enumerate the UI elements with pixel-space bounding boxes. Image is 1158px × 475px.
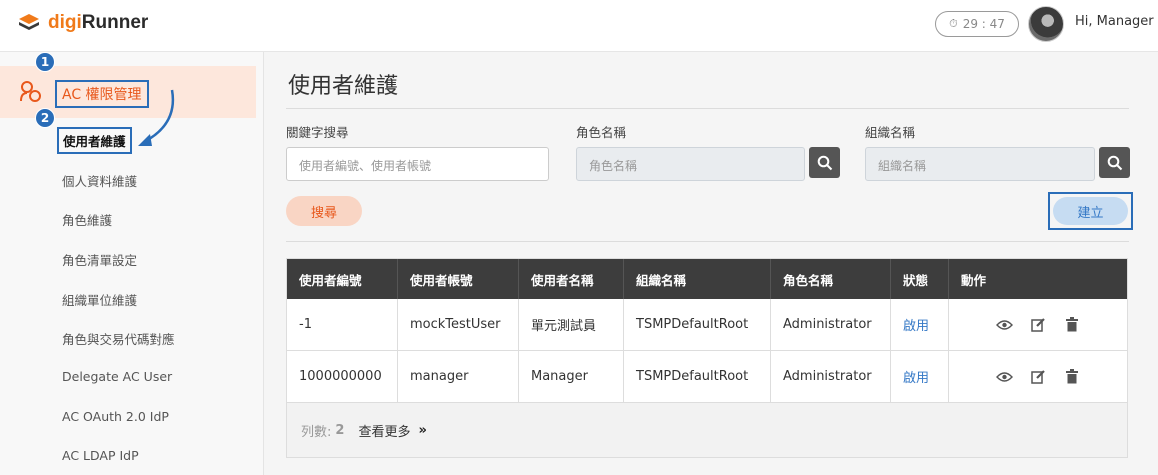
org-name-input[interactable]: 組織名稱 (865, 147, 1095, 181)
cell-user-id: -1 (287, 299, 398, 350)
sidebar-item-delegate-ac-user[interactable]: Delegate AC User (62, 369, 172, 384)
cell-role-name: Administrator (771, 299, 891, 350)
search-button[interactable]: 搜尋 (286, 196, 362, 226)
org-label: 組織名稱 (865, 125, 916, 140)
logo-icon (19, 14, 39, 30)
cell-user-name: 單元測試員 (519, 299, 624, 350)
keyword-label: 關鍵字搜尋 (286, 125, 349, 140)
edit-icon[interactable] (1029, 316, 1047, 334)
cell-org-name: TSMPDefaultRoot (624, 351, 771, 402)
annotation-arrow (138, 89, 175, 146)
edit-icon[interactable] (1029, 368, 1047, 386)
column-header[interactable]: 組織名稱 (624, 259, 771, 299)
cell-status[interactable]: 啟用 (891, 299, 949, 350)
cell-user-account: mockTestUser (398, 299, 519, 350)
delete-icon[interactable] (1063, 316, 1081, 334)
cell-actions (949, 299, 1127, 350)
row-count-value: 2 (335, 422, 345, 438)
stopwatch-icon: ⏱ (949, 17, 958, 30)
table-row: 1000000000 manager Manager TSMPDefaultRo… (287, 351, 1127, 403)
delete-icon[interactable] (1063, 368, 1081, 386)
show-more-link[interactable]: 查看更多 (358, 421, 410, 440)
user-greeting[interactable]: Hi, Manager (1075, 14, 1154, 29)
column-header[interactable]: 使用者編號 (287, 259, 398, 299)
create-button-highlight: 建立 (1048, 192, 1133, 230)
logo-text: digiRunner (48, 12, 149, 33)
role-search-button[interactable] (809, 147, 840, 178)
page-title: 使用者維護 (288, 74, 399, 99)
cell-user-account: manager (398, 351, 519, 402)
cell-role-name: Administrator (771, 351, 891, 402)
role-label: 角色名稱 (576, 125, 627, 140)
create-button[interactable]: 建立 (1053, 197, 1128, 225)
session-timer: ⏱ 29 : 47 (935, 11, 1019, 37)
sidebar-item-org-unit[interactable]: 組織單位維護 (62, 290, 137, 309)
session-timer-value: 29 : 47 (962, 17, 1005, 31)
sidebar-item-personal-info[interactable]: 個人資料維護 (62, 171, 137, 190)
table-row: -1 mockTestUser 單元測試員 TSMPDefaultRoot Ad… (287, 299, 1127, 351)
step-badge-1: 1 (35, 52, 55, 72)
double-chevron-right-icon[interactable]: » (418, 423, 426, 438)
step-badge-2: 2 (35, 108, 55, 128)
sidebar-item-ac-ldap-idp[interactable]: AC LDAP IdP (62, 448, 139, 463)
column-header[interactable]: 使用者名稱 (519, 259, 624, 299)
divider (286, 241, 1129, 242)
sidebar-item-role-list-settings[interactable]: 角色清單設定 (62, 250, 137, 269)
users-icon (20, 81, 41, 102)
view-icon[interactable] (995, 368, 1013, 386)
logo[interactable]: digiRunner (18, 12, 148, 34)
top-bar: digiRunner ⏱ 29 : 47 Hi, Manager (0, 0, 1158, 52)
org-search-button[interactable] (1099, 147, 1130, 178)
table-footer: 列數: 2 查看更多 » (287, 403, 1127, 457)
cell-org-name: TSMPDefaultRoot (624, 299, 771, 350)
cell-status[interactable]: 啟用 (891, 351, 949, 402)
cell-actions (949, 351, 1127, 402)
search-icon (817, 155, 832, 170)
cell-user-id: 1000000000 (287, 351, 398, 402)
role-name-input[interactable]: 角色名稱 (576, 147, 805, 181)
avatar[interactable] (1028, 6, 1064, 42)
sidebar-item-role-txn-mapping[interactable]: 角色與交易代碼對應 (62, 329, 175, 348)
column-header[interactable]: 使用者帳號 (398, 259, 519, 299)
search-icon (1107, 155, 1122, 170)
row-count-label: 列數: (301, 424, 332, 440)
sidebar-item-role-maintenance[interactable]: 角色維護 (62, 210, 112, 229)
view-icon[interactable] (995, 316, 1013, 334)
sidebar-item-user-maintenance[interactable]: 使用者維護 (57, 127, 132, 154)
divider (286, 108, 1129, 109)
keyword-search-input[interactable]: 使用者編號、使用者帳號 (286, 147, 549, 181)
column-header: 動作 (961, 272, 987, 288)
column-header[interactable]: 狀態 (891, 259, 949, 299)
column-header[interactable]: 角色名稱 (771, 259, 891, 299)
main-content: 使用者維護 關鍵字搜尋 角色名稱 組織名稱 使用者編號、使用者帳號 角色名稱 組… (264, 52, 1158, 475)
user-table: 使用者編號 使用者帳號 使用者名稱 組織名稱 角色名稱 狀態 動作 -1 moc… (286, 258, 1128, 458)
table-header: 使用者編號 使用者帳號 使用者名稱 組織名稱 角色名稱 狀態 動作 (287, 259, 1127, 299)
sidebar-item-ac-oauth-idp[interactable]: AC OAuth 2.0 IdP (62, 409, 169, 424)
cell-user-name: Manager (519, 351, 624, 402)
